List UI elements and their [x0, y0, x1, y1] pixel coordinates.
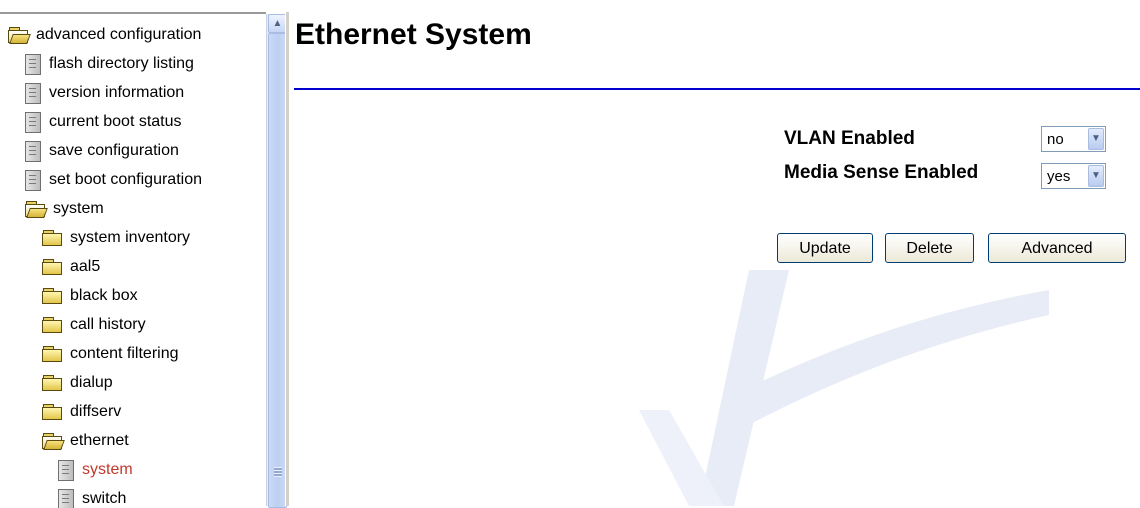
document-icon: [25, 141, 41, 162]
vlan-enabled-label: VLAN Enabled: [784, 128, 915, 150]
tree-item-label: current boot status: [49, 113, 182, 131]
tree-item-label: system: [82, 461, 133, 479]
tree-item-call-history[interactable]: call history: [42, 311, 146, 339]
tree-item-label: switch: [82, 490, 126, 508]
vlan-enabled-value: no: [1047, 131, 1064, 148]
page-title: Ethernet System: [295, 18, 532, 52]
open-folder-icon: [8, 27, 28, 43]
update-button[interactable]: Update: [777, 233, 873, 263]
tree-item-aal5[interactable]: aal5: [42, 253, 100, 281]
document-icon: [58, 489, 74, 508]
chevron-down-icon[interactable]: ▼: [1088, 165, 1104, 187]
tree-item-label: content filtering: [70, 345, 179, 363]
document-icon: [58, 460, 74, 481]
tree-item-label: set boot configuration: [49, 171, 202, 189]
folder-icon: [42, 288, 62, 304]
tree-item-system-inventory[interactable]: system inventory: [42, 224, 190, 252]
open-folder-icon: [25, 201, 45, 217]
navigation-tree: advanced configuration flash directory l…: [0, 12, 266, 508]
tree-item-ethernet[interactable]: ethernet: [42, 427, 129, 455]
tree-item-label: version information: [49, 84, 184, 102]
open-folder-icon: [42, 433, 62, 449]
folder-icon: [42, 230, 62, 246]
tree-item-content-filtering[interactable]: content filtering: [42, 340, 179, 368]
chevron-down-icon[interactable]: ▼: [1088, 128, 1104, 150]
tree-item-label: advanced configuration: [36, 26, 201, 44]
tree-item-label: ethernet: [70, 432, 129, 450]
tree-item-label: system inventory: [70, 229, 190, 247]
tree-item-ethernet-switch[interactable]: switch: [58, 485, 126, 508]
tree-item-flash-directory-listing[interactable]: flash directory listing: [25, 50, 194, 78]
tree-item-current-boot-status[interactable]: current boot status: [25, 108, 182, 136]
tree-item-system[interactable]: system: [25, 195, 104, 223]
media-sense-enabled-select[interactable]: yes ▼: [1041, 163, 1106, 189]
document-icon: [25, 54, 41, 75]
tree-item-advanced-configuration[interactable]: advanced configuration: [8, 21, 201, 49]
nav-scrollbar[interactable]: ▲: [266, 14, 286, 506]
advanced-button[interactable]: Advanced: [988, 233, 1126, 263]
media-sense-enabled-value: yes: [1047, 168, 1070, 185]
title-divider: [294, 88, 1140, 90]
watermark-logo-icon: [629, 270, 1049, 506]
tree-item-diffserv[interactable]: diffserv: [42, 398, 121, 426]
folder-icon: [42, 404, 62, 420]
tree-item-label: flash directory listing: [49, 55, 194, 73]
document-icon: [25, 170, 41, 191]
tree-item-label: aal5: [70, 258, 100, 276]
main-content: Ethernet System VLAN Enabled no ▼ Media …: [289, 0, 1140, 506]
tree-item-save-configuration[interactable]: save configuration: [25, 137, 179, 165]
tree-item-label: call history: [70, 316, 146, 334]
tree-item-label: diffserv: [70, 403, 121, 421]
tree-item-label: save configuration: [49, 142, 179, 160]
tree-item-label: system: [53, 200, 104, 218]
folder-icon: [42, 317, 62, 333]
folder-icon: [42, 346, 62, 362]
tree-item-black-box[interactable]: black box: [42, 282, 138, 310]
tree-item-version-information[interactable]: version information: [25, 79, 184, 107]
vlan-enabled-select[interactable]: no ▼: [1041, 126, 1106, 152]
tree-item-dialup[interactable]: dialup: [42, 369, 113, 397]
tree-item-ethernet-system[interactable]: system: [58, 456, 133, 484]
tree-item-set-boot-configuration[interactable]: set boot configuration: [25, 166, 202, 194]
scroll-grip-icon: [274, 467, 282, 477]
media-sense-enabled-label: Media Sense Enabled: [784, 162, 978, 184]
tree-item-label: dialup: [70, 374, 113, 392]
document-icon: [25, 83, 41, 104]
folder-icon: [42, 259, 62, 275]
folder-icon: [42, 375, 62, 391]
document-icon: [25, 112, 41, 133]
tree-item-label: black box: [70, 287, 138, 305]
delete-button[interactable]: Delete: [885, 233, 974, 263]
